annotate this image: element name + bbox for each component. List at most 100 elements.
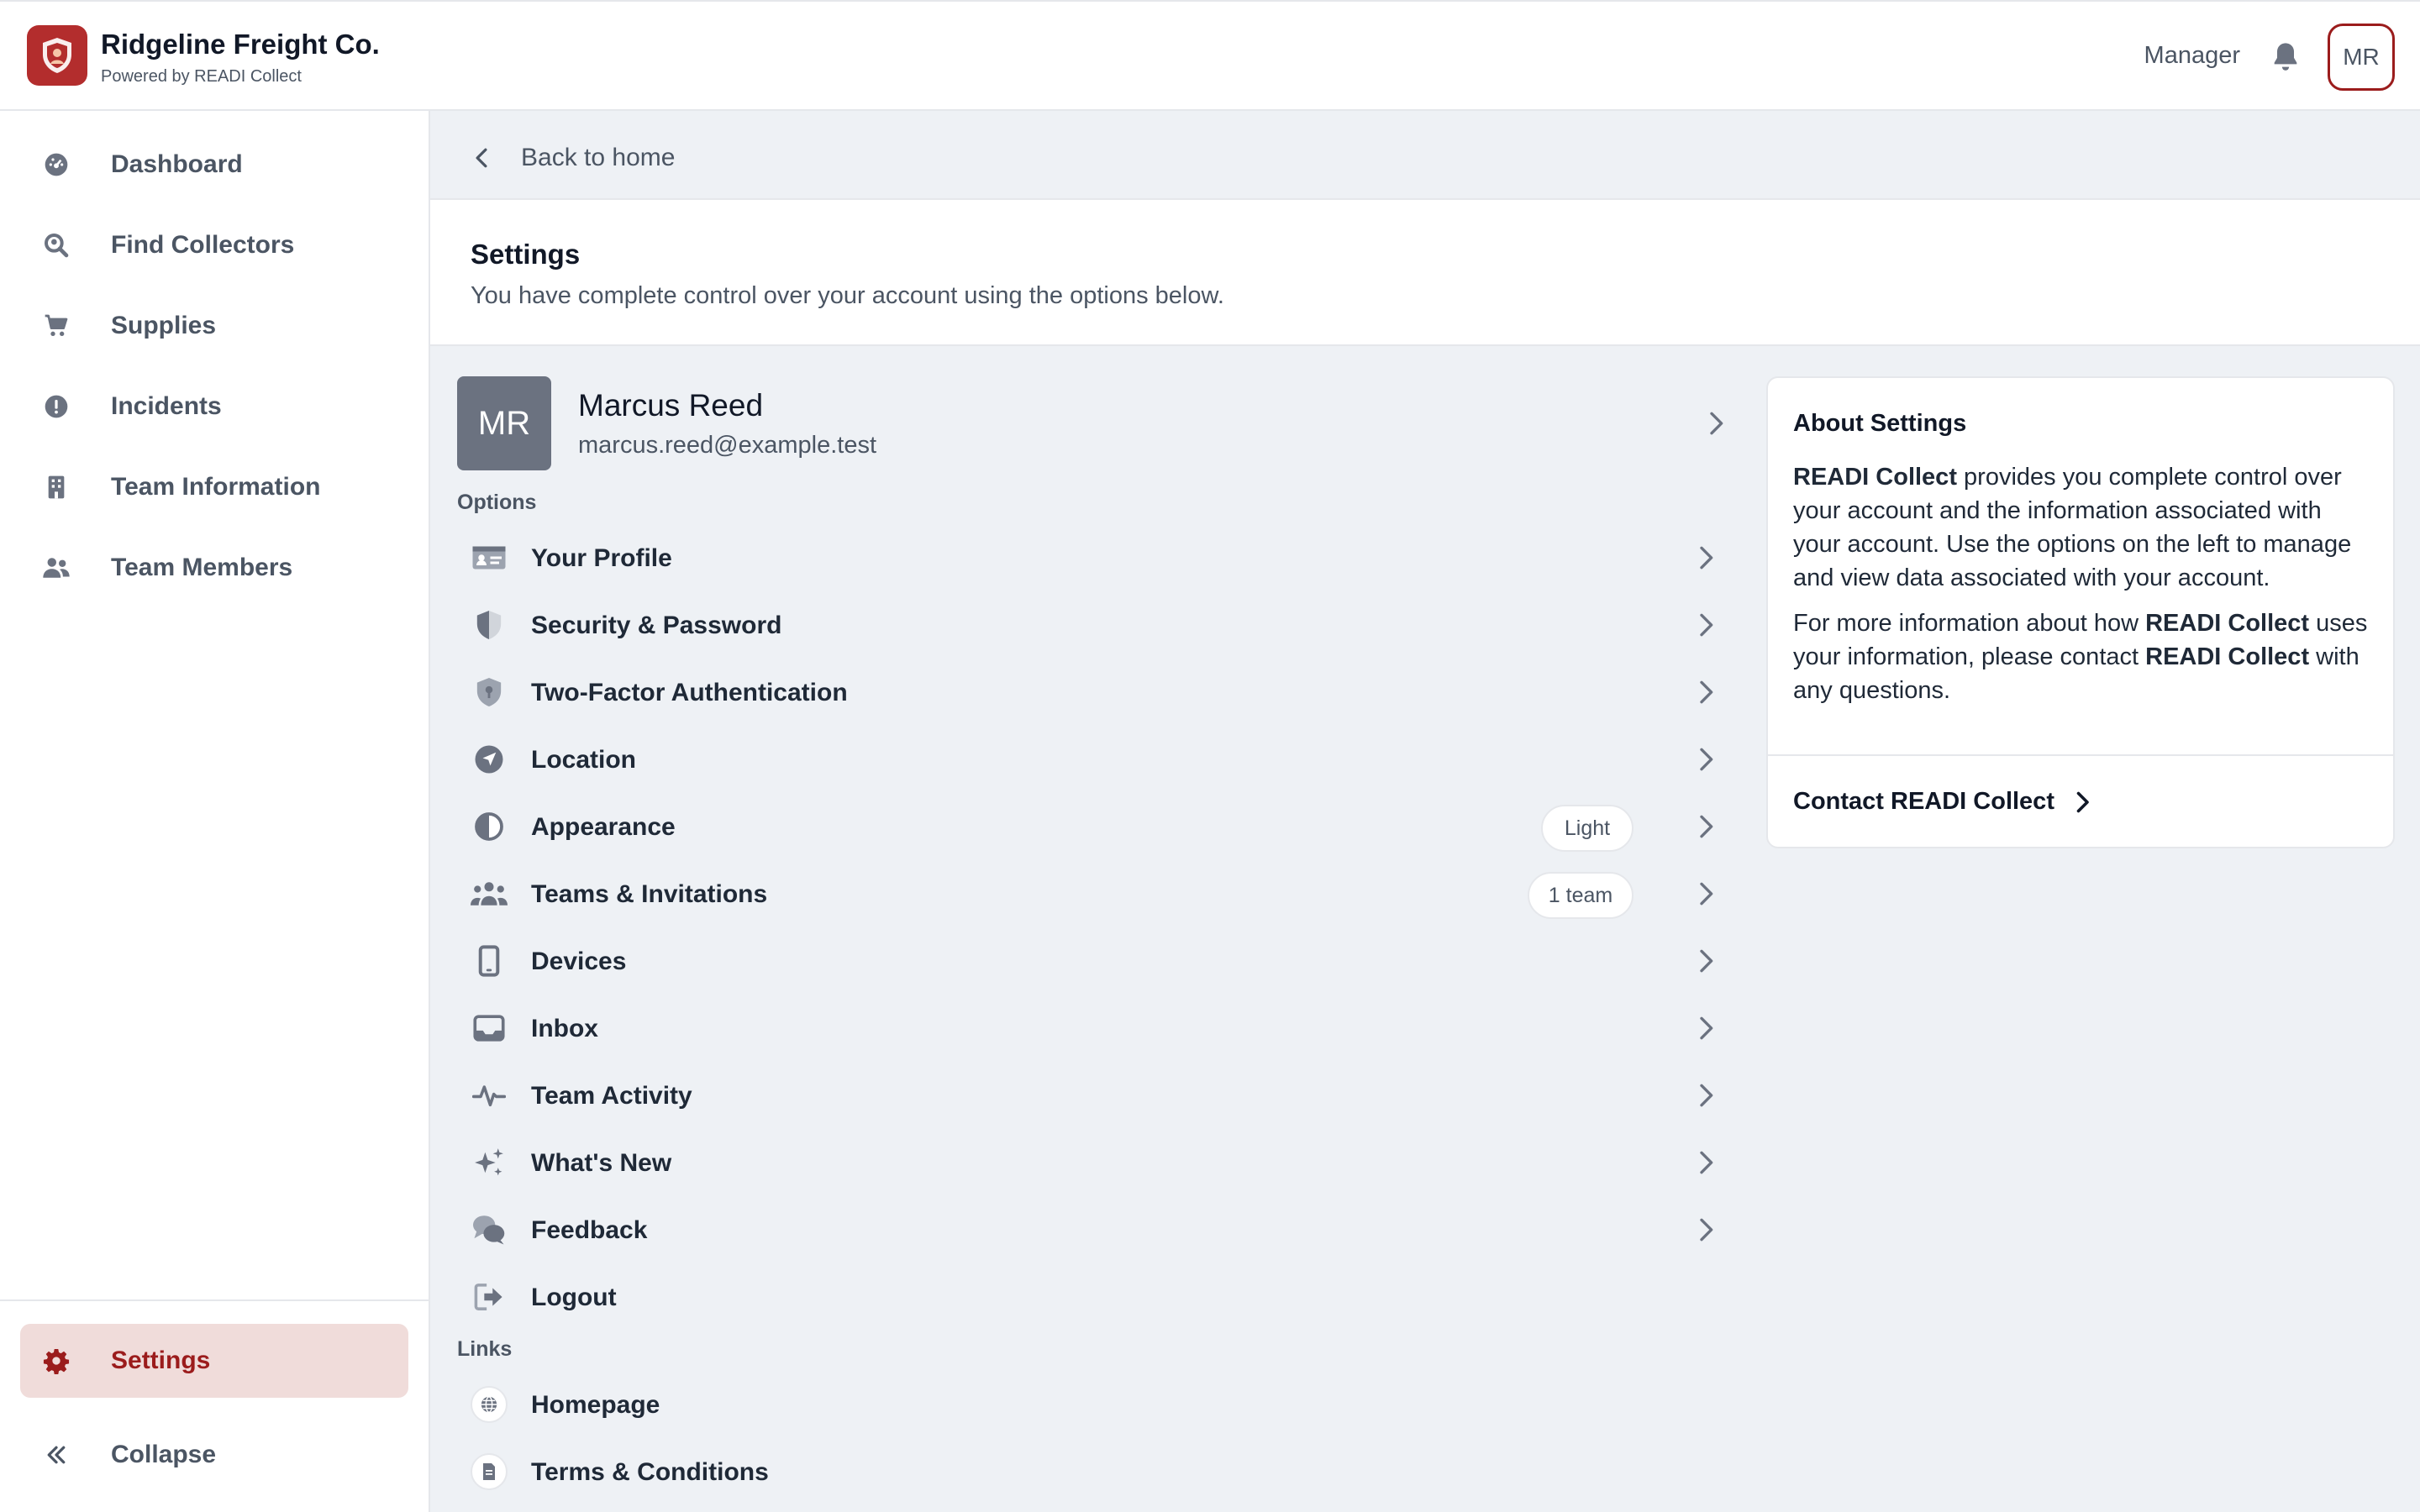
cart-icon: [39, 308, 74, 344]
option-team-activity[interactable]: Team Activity: [457, 1062, 1718, 1129]
brand-name: READI Collect: [2145, 610, 2310, 637]
chevron-right-icon: [1710, 412, 1723, 435]
chevron-right-icon: [1700, 1084, 1713, 1107]
sidebar-item-find-collectors[interactable]: Find Collectors: [20, 208, 408, 282]
globe-icon: [471, 1386, 508, 1423]
sidebar-item-supplies[interactable]: Supplies: [20, 289, 408, 363]
dashboard-gauge-icon: [39, 147, 74, 182]
sidebar-item-incidents[interactable]: Incidents: [20, 370, 408, 444]
sidebar-item-label: Dashboard: [111, 150, 243, 178]
sidebar-item-settings[interactable]: Settings: [20, 1324, 408, 1398]
about-paragraph-1: READI Collect provides you complete cont…: [1793, 460, 2373, 595]
option-label: Appearance: [531, 813, 676, 841]
chevron-right-icon: [1700, 680, 1713, 704]
search-location-icon: [39, 228, 74, 263]
sidebar-item-label: Supplies: [111, 312, 217, 339]
logout-icon: [471, 1280, 508, 1314]
sidebar-item-label: Team Information: [111, 473, 321, 501]
link-icon-wrap: [471, 1386, 508, 1423]
sidebar-item-team-members[interactable]: Team Members: [20, 531, 408, 605]
chevron-left-icon: [476, 148, 487, 168]
sidebar-item-label: Collapse: [111, 1441, 217, 1468]
page-title: Settings: [471, 239, 581, 270]
option-label: Two-Factor Authentication: [531, 679, 848, 706]
notifications-bell-icon[interactable]: [2269, 40, 2302, 74]
top-bar: Ridgeline Freight Co. Powered by READI C…: [0, 0, 2420, 111]
sidebar-collapse-button[interactable]: Collapse: [20, 1418, 408, 1492]
sidebar-item-label: Find Collectors: [111, 231, 295, 259]
about-settings-card: About Settings READI Collect provides yo…: [1766, 376, 2395, 848]
chevron-right-icon: [1700, 1218, 1713, 1242]
chevron-right-icon: [1700, 613, 1713, 637]
link-label: Terms & Conditions: [531, 1458, 769, 1486]
chevron-right-icon: [1700, 546, 1713, 570]
gear-icon: [39, 1343, 74, 1378]
about-text: For more information about how: [1793, 610, 2146, 637]
option-devices[interactable]: Devices: [457, 927, 1718, 995]
inbox-icon: [471, 1011, 508, 1045]
option-feedback[interactable]: Feedback: [457, 1196, 1718, 1263]
option-teams-invitations[interactable]: Teams & Invitations 1 team: [457, 860, 1718, 927]
back-label: Back to home: [521, 144, 676, 171]
option-your-profile[interactable]: Your Profile: [457, 524, 1718, 591]
brand-subtitle: Powered by READI Collect: [101, 67, 302, 86]
sidebar-item-label: Incidents: [111, 392, 222, 420]
sidebar-item-label: Settings: [111, 1347, 211, 1374]
shield-lock-icon: [471, 675, 508, 709]
chevron-right-icon: [1700, 1016, 1713, 1040]
activity-pulse-icon: [471, 1079, 508, 1112]
chat-bubbles-icon: [471, 1213, 508, 1247]
shield-half-icon: [471, 608, 508, 642]
link-terms-conditions[interactable]: Terms & Conditions: [457, 1438, 1718, 1505]
contrast-icon: [471, 810, 508, 843]
about-title: About Settings: [1793, 410, 1967, 437]
card-divider: [1768, 754, 2393, 756]
main-content: Back to home Settings You have complete …: [430, 111, 2420, 1512]
option-two-factor[interactable]: Two-Factor Authentication: [457, 659, 1718, 726]
link-icon-wrap: [471, 1453, 508, 1490]
option-label: Feedback: [531, 1216, 648, 1244]
brand-title: Ridgeline Freight Co.: [101, 29, 380, 60]
option-label: Security & Password: [531, 612, 782, 639]
profile-avatar: MR: [457, 376, 551, 470]
user-avatar-button[interactable]: MR: [2328, 24, 2395, 91]
brand-logo[interactable]: [27, 25, 87, 86]
chevron-right-icon: [1700, 815, 1713, 838]
sidebar-item-dashboard[interactable]: Dashboard: [20, 128, 408, 202]
settings-header: Settings You have complete control over …: [430, 198, 2420, 346]
option-label: Location: [531, 746, 636, 774]
option-label: Devices: [531, 948, 627, 975]
teams-count-badge: 1 team: [1528, 872, 1634, 919]
option-whats-new[interactable]: What's New: [457, 1129, 1718, 1196]
option-label: Team Activity: [531, 1082, 692, 1110]
sidebar-item-label: Team Members: [111, 554, 293, 581]
chevron-right-icon: [2076, 791, 2089, 812]
contact-readi-button[interactable]: Contact READI Collect: [1793, 788, 2090, 816]
chevron-right-icon: [1700, 949, 1713, 973]
alert-circle-icon: [39, 389, 74, 424]
chevron-right-icon: [1700, 882, 1713, 906]
option-location[interactable]: Location: [457, 726, 1718, 793]
page-subtitle: You have complete control over your acco…: [471, 282, 1224, 309]
option-label: Teams & Invitations: [531, 880, 768, 908]
brand-name: READI Collect: [1793, 464, 1957, 491]
options-section-label: Options: [457, 491, 537, 514]
mobile-device-icon: [471, 944, 508, 978]
sparkles-icon: [471, 1146, 508, 1179]
chevron-right-icon: [1700, 748, 1713, 771]
about-paragraph-2: For more information about how READI Col…: [1793, 606, 2373, 707]
sidebar-item-team-information[interactable]: Team Information: [20, 450, 408, 524]
sidebar: Dashboard Find Collectors Supplies Incid…: [0, 111, 430, 1512]
back-to-home-link[interactable]: Back to home: [472, 133, 675, 183]
link-homepage[interactable]: Homepage: [457, 1371, 1718, 1438]
profile-row[interactable]: MR Marcus Reed marcus.reed@example.test: [457, 376, 1723, 470]
chevron-right-icon: [1700, 1151, 1713, 1174]
option-inbox[interactable]: Inbox: [457, 995, 1718, 1062]
option-logout[interactable]: Logout: [457, 1263, 1718, 1331]
shield-logo-icon: [43, 38, 71, 73]
brand-name: READI Collect: [2145, 643, 2310, 670]
option-appearance[interactable]: Appearance Light: [457, 793, 1718, 860]
id-card-icon: [471, 541, 508, 575]
contact-label: Contact READI Collect: [1793, 788, 2054, 815]
option-security-password[interactable]: Security & Password: [457, 591, 1718, 659]
